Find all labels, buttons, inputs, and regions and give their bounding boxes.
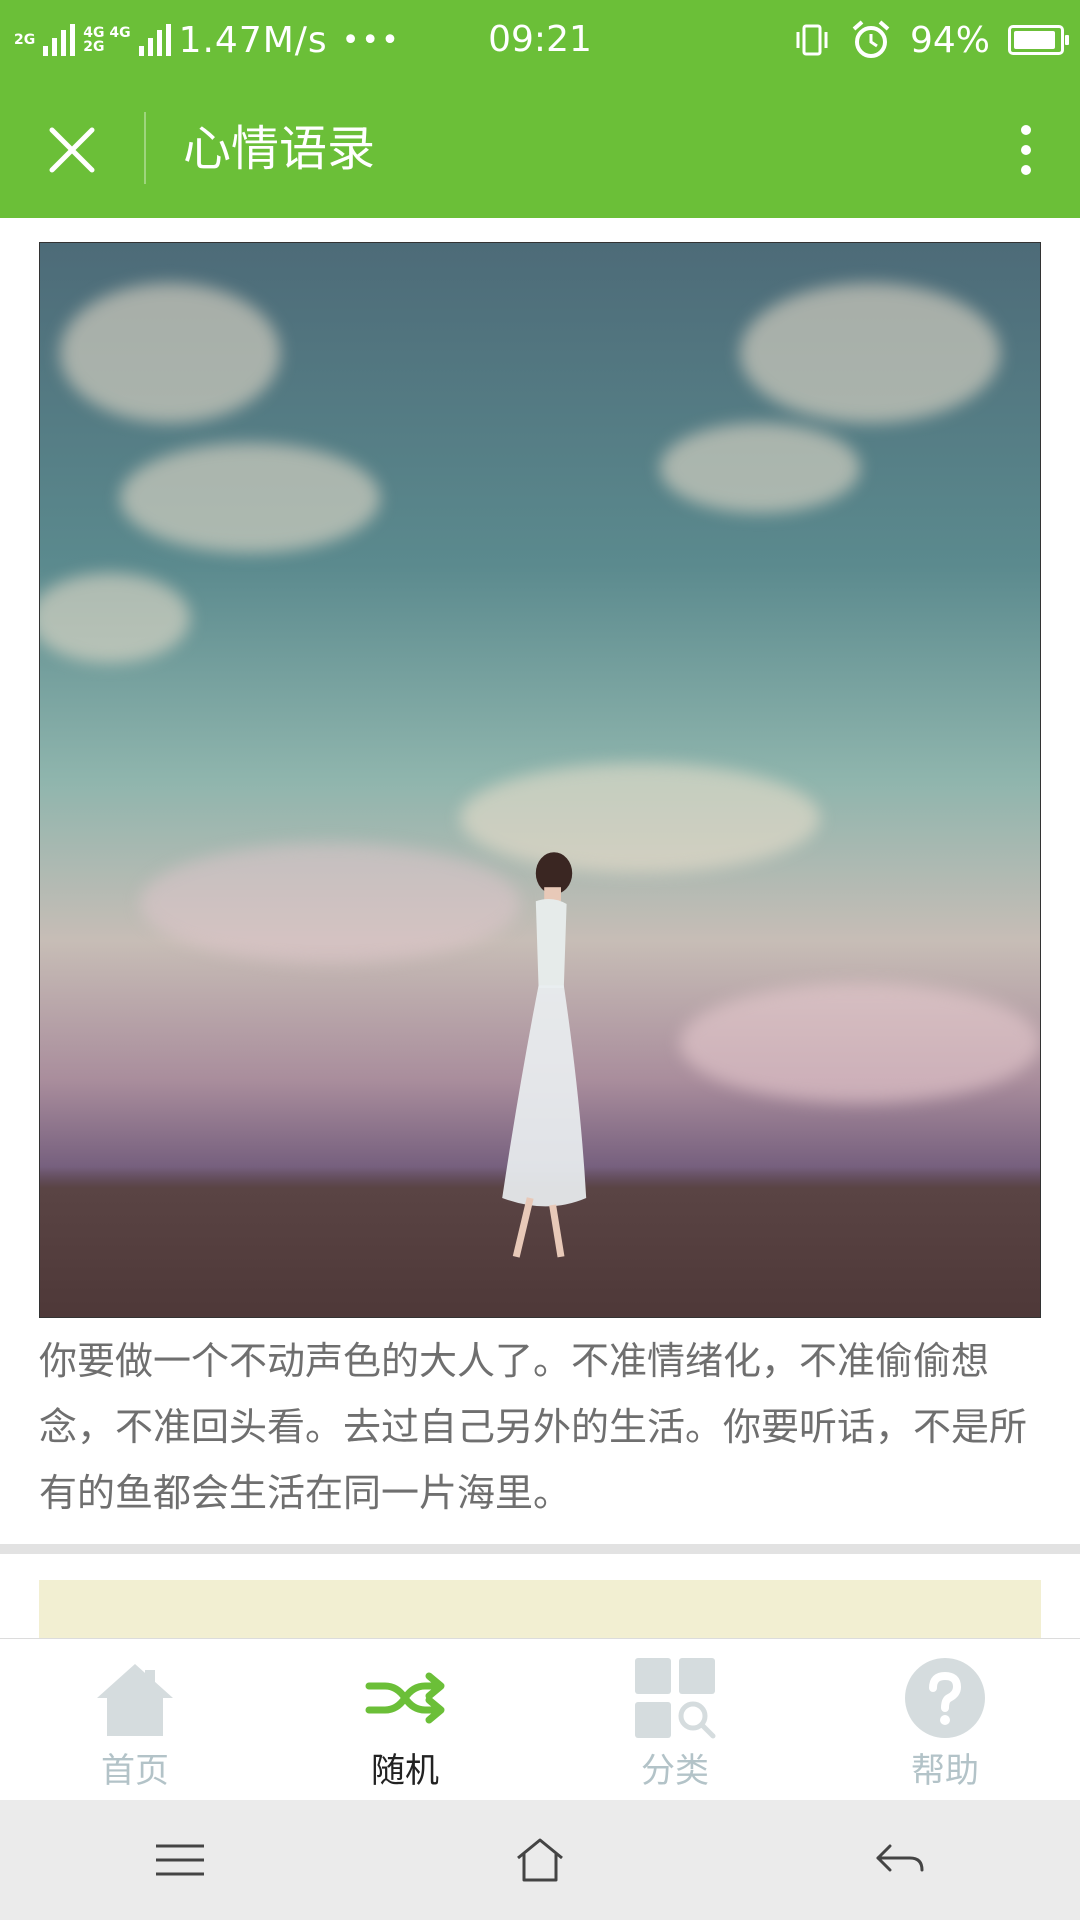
shuffle-icon [360, 1653, 450, 1743]
cloud [120, 443, 380, 553]
nav-label-home: 首页 [101, 1751, 169, 1791]
title-bar: 心情语录 [0, 80, 1080, 218]
home-button[interactable] [480, 1800, 600, 1920]
more-dot [1021, 165, 1031, 175]
title-divider [144, 112, 146, 184]
network-speed: 1.47M/s [178, 19, 328, 61]
category-search-icon [630, 1653, 720, 1743]
cloud [660, 423, 860, 513]
system-nav-bar [0, 1800, 1080, 1920]
next-quote-image [39, 1580, 1041, 1638]
nav-item-help[interactable]: 帮助 [810, 1639, 1080, 1800]
status-left: 2G 4G 4G 2G 1.47M/s ••• [14, 0, 401, 80]
cloud [740, 283, 1000, 423]
system-home-icon [517, 1838, 563, 1882]
quote-image [39, 242, 1041, 1318]
cloud [40, 573, 190, 663]
nav-item-category[interactable]: 分类 [540, 1639, 810, 1800]
content-scroll[interactable]: 你要做一个不动声色的大人了。不准情绪化，不准偷偷想念，不准回头看。去过自己另外的… [0, 218, 1080, 1638]
nav-label-category: 分类 [641, 1751, 709, 1791]
network-type-badge: 2G [14, 33, 35, 47]
section-divider [0, 1544, 1080, 1554]
nav-item-home[interactable]: 首页 [0, 1639, 270, 1800]
signal-icon [43, 24, 76, 56]
battery-percentage: 94% [909, 19, 990, 61]
menu-icon [156, 1844, 204, 1876]
more-dot [1021, 145, 1031, 155]
cloud [680, 983, 1040, 1103]
network-type-badge-2: 4G 4G 2G [83, 26, 130, 54]
close-button[interactable] [32, 110, 112, 190]
nav-label-help: 帮助 [911, 1751, 979, 1791]
bottom-nav: 首页 随机 分类 帮助 [0, 1638, 1080, 1800]
close-icon [49, 127, 95, 173]
more-options-button[interactable] [996, 110, 1056, 190]
more-dot [1021, 125, 1031, 135]
back-button[interactable] [840, 1800, 960, 1920]
quote-text: 你要做一个不动声色的大人了。不准情绪化，不准偷偷想念，不准回头看。去过自己另外的… [39, 1339, 1028, 1515]
vibrate-icon [796, 24, 828, 56]
status-bar: 2G 4G 4G 2G 1.47M/s ••• 09:21 94% [0, 0, 1080, 80]
signal-icon-2 [138, 24, 171, 56]
battery-level [1014, 31, 1056, 49]
dancer-figure [502, 852, 587, 1258]
nav-label-random: 随机 [371, 1751, 439, 1791]
cloud [140, 843, 520, 963]
alarm-icon [852, 20, 890, 58]
cloud [60, 283, 280, 423]
menu-button[interactable] [120, 1800, 240, 1920]
network-type-bottom: 2G [83, 39, 105, 55]
help-icon [900, 1653, 990, 1743]
nav-item-random[interactable]: 随机 [270, 1639, 540, 1800]
battery-icon [1008, 25, 1069, 55]
home-icon [90, 1653, 180, 1743]
page-title: 心情语录 [183, 121, 376, 177]
network-type-mid: 4G 4G [83, 25, 131, 41]
network-type-top: 2G [14, 32, 36, 48]
more-notifications-icon: ••• [341, 22, 401, 58]
back-icon [876, 1844, 924, 1872]
status-right: 94% [792, 0, 1069, 80]
